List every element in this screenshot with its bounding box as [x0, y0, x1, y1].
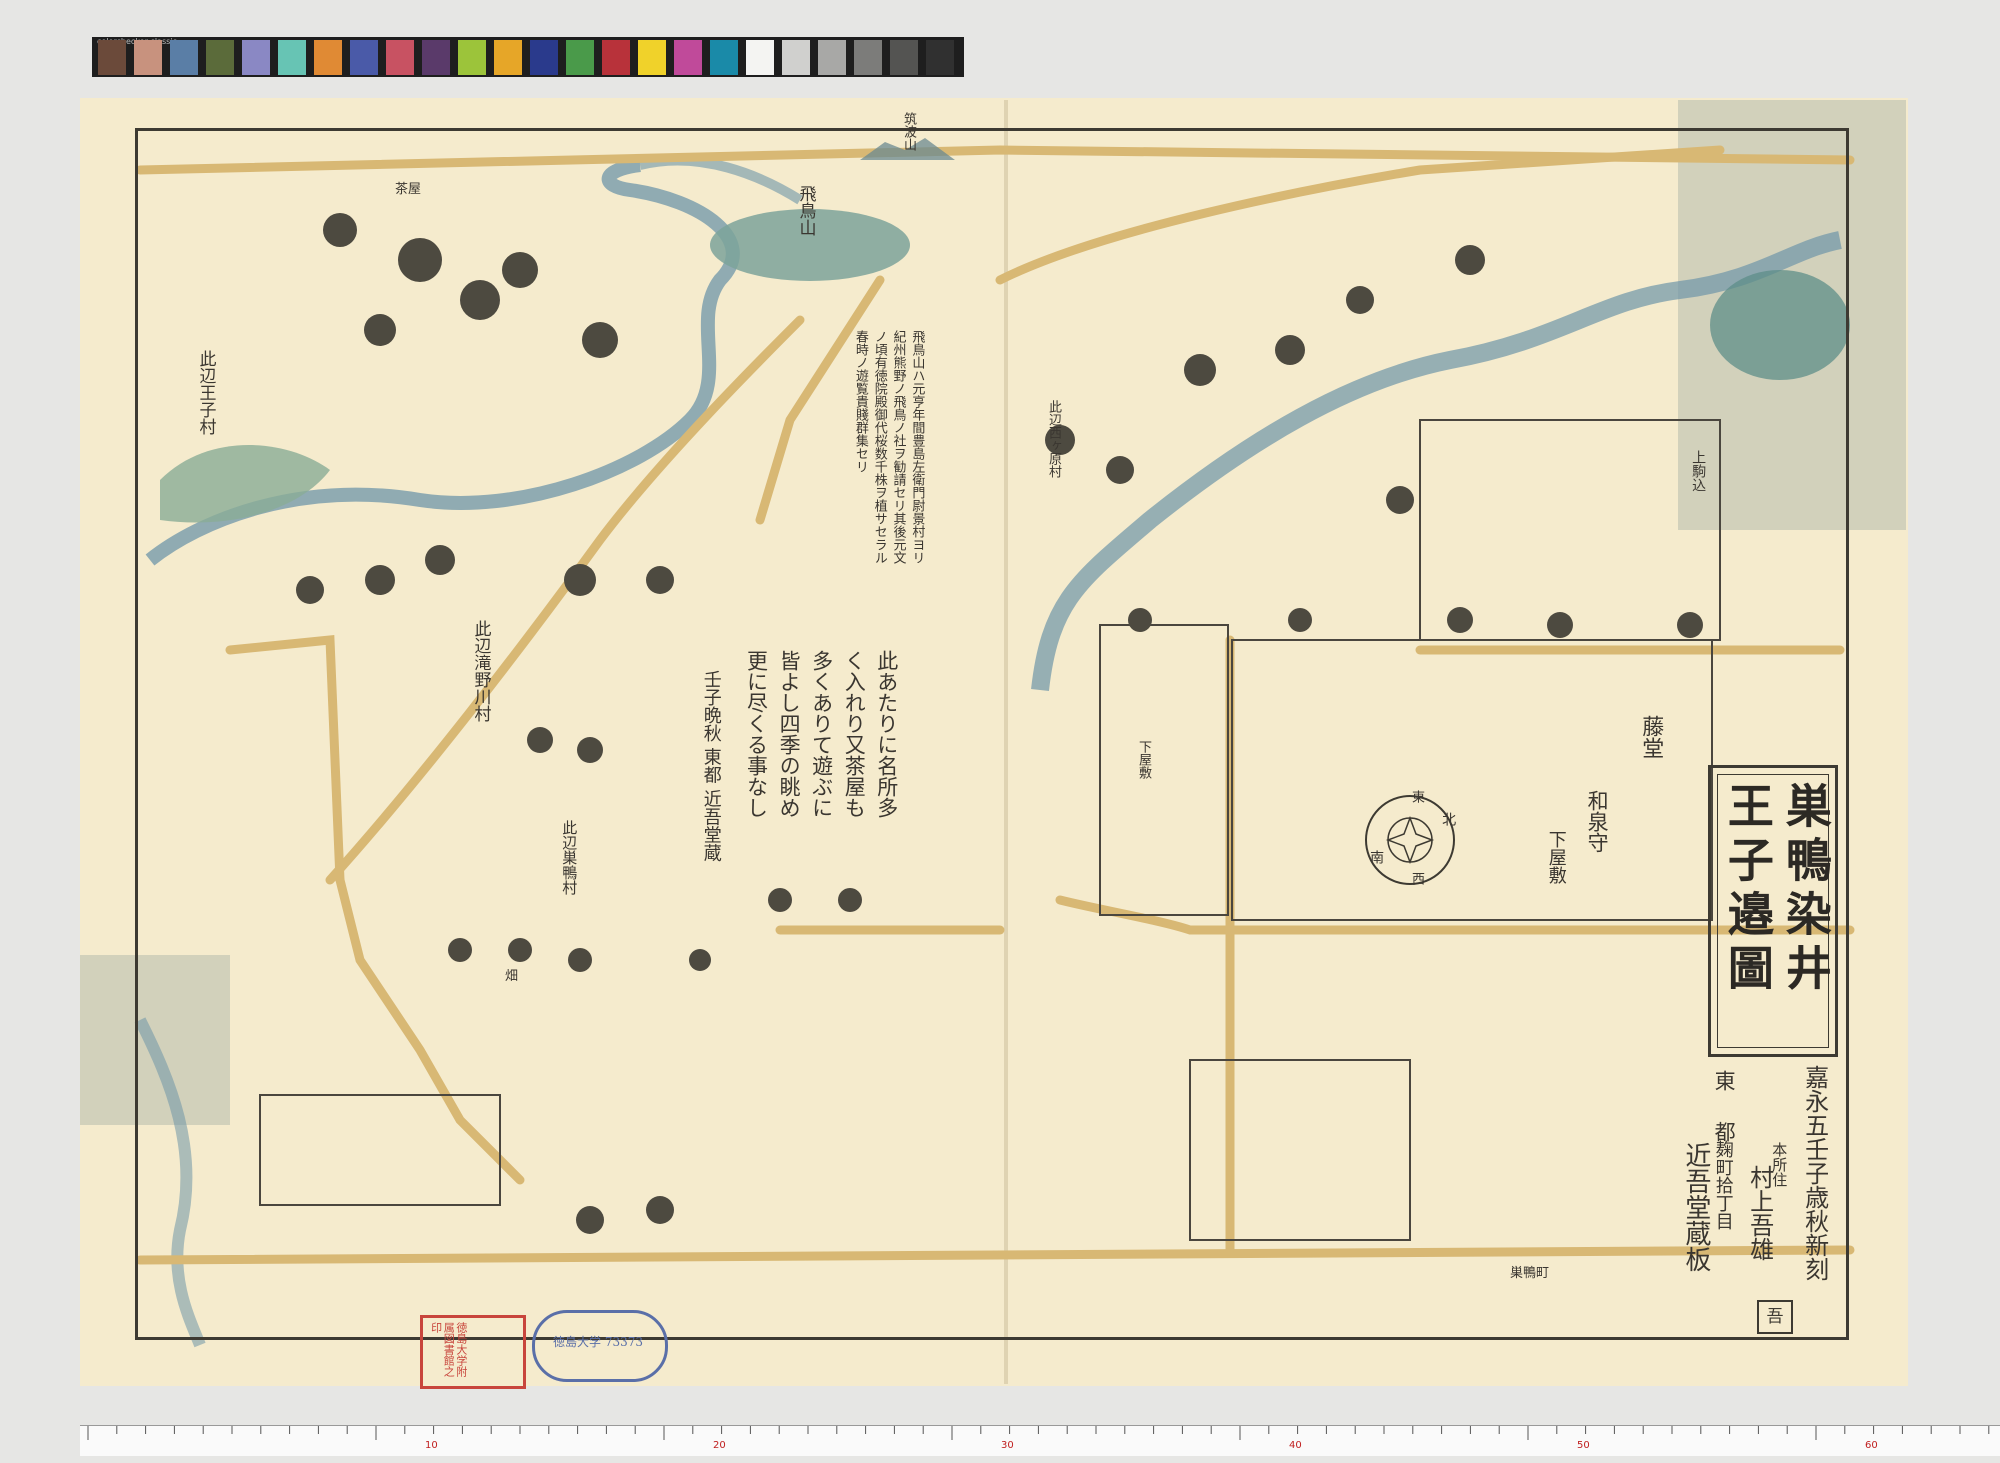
poem-signature: 壬子晩秋 東都 近吾堂蔵 — [700, 670, 722, 862]
label-oji-village: 此辺王子村 — [195, 350, 216, 435]
label-sugamo-village: 此辺巣鴨村 — [560, 820, 579, 895]
label-tsukubasan: 筑波山 — [900, 112, 916, 151]
ruler-label-30: 30 — [1001, 1440, 1014, 1451]
label-sugamo-street: 巣鴨町 — [1510, 1266, 1550, 1281]
blue-stamp-text: 徳島大学 73373 — [553, 1335, 643, 1349]
label-hatake: 畑 — [505, 969, 519, 984]
label-shimo-yashiki: 下屋敷 — [1135, 740, 1151, 779]
measuring-ruler: 10 20 30 40 50 60 — [80, 1425, 2000, 1456]
label-asukayama: 飛鳥山 — [795, 185, 816, 236]
publication-date: 嘉永五壬子歳秋新刻 — [1800, 1065, 1829, 1281]
poem-text: 此あたりに名所多く入れり又茶屋も多くありて遊ぶに皆よし四季の眺め更に尽くる事なし — [744, 650, 899, 818]
blue-library-stamp: 徳島大学 73373 — [532, 1310, 668, 1382]
publisher-name: 近吾堂蔵板 — [1680, 1142, 1711, 1272]
label-todo-1: 藤堂 — [1638, 715, 1664, 759]
ruler-label-40: 40 — [1289, 1440, 1302, 1451]
label-todo-2: 和泉守 — [1585, 790, 1610, 853]
ruler-label-20: 20 — [713, 1440, 726, 1451]
map-border — [135, 128, 1849, 1340]
ruler-label-10: 10 — [425, 1440, 438, 1451]
compass-west: 西 — [1408, 872, 1424, 885]
label-chaya: 茶屋 — [395, 182, 422, 197]
label-komagome: 上駒込 — [1690, 450, 1707, 492]
red-library-stamp: 徳島大学附属図書館之印 — [420, 1315, 526, 1389]
ruler-label-50: 50 — [1577, 1440, 1590, 1451]
publisher-address: 麹町拾丁目 — [1712, 1140, 1734, 1230]
title-line2: 王子邉圖 — [1720, 782, 1775, 998]
label-nishigahara: 此辺西ヶ原村 — [1045, 400, 1061, 478]
asukayama-note: 飛鳥山ハ元亨年間豊島左衛門尉景村ヨリ紀州熊野ノ飛鳥ノ社ヲ勧請セリ其後元文ノ頃有徳… — [852, 330, 925, 564]
compass-north: 北 — [1440, 812, 1457, 826]
compass-east: 東 — [1408, 790, 1424, 803]
title-cartouche: 巣鴨染井 王子邉圖 — [1708, 765, 1838, 1057]
title-line1: 巣鴨染井 — [1778, 782, 1833, 998]
compass-south: 南 — [1368, 850, 1385, 864]
artist-name: 村上吾雄 — [1745, 1165, 1774, 1261]
publisher-seal: 吾 — [1757, 1300, 1793, 1334]
label-todo-3: 下屋敷 — [1545, 830, 1567, 884]
label-takinogawa: 此辺滝野川村 — [470, 620, 491, 722]
ruler-ticks — [87, 1426, 1990, 1440]
red-stamp-text: 徳島大学附属図書館之印 — [429, 1322, 468, 1377]
ruler-label-60: 60 — [1865, 1440, 1878, 1451]
